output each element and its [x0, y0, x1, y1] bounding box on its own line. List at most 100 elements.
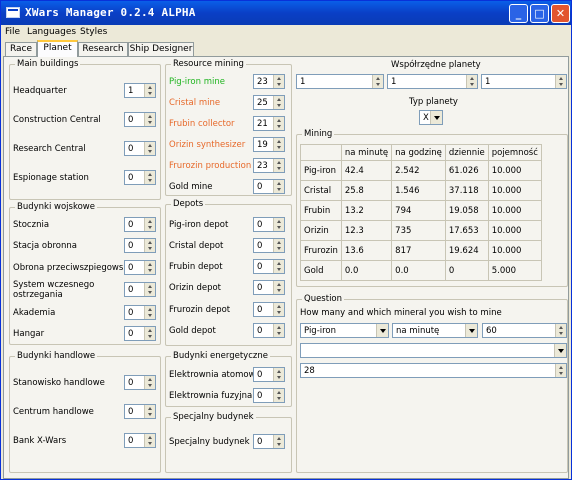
research-central-spinner[interactable]: 0: [124, 141, 156, 156]
orizin-synthesizer-label: Orizin synthesizer: [169, 140, 246, 150]
spinner-arrows-icon[interactable]: [144, 376, 155, 389]
spinner-arrows-icon[interactable]: [273, 368, 284, 381]
spinner-arrows-icon[interactable]: [555, 364, 566, 377]
spinner-arrows-icon[interactable]: [273, 75, 284, 88]
dropdown-arrow-icon[interactable]: [430, 111, 442, 124]
spinner-arrows-icon[interactable]: [273, 117, 284, 130]
headquarter-spinner[interactable]: 1: [124, 83, 156, 98]
spinner-arrows-icon[interactable]: [144, 283, 155, 296]
spinner-arrows-icon[interactable]: [273, 303, 284, 316]
spinner-arrows-icon[interactable]: [372, 75, 383, 88]
spinner-arrows-icon[interactable]: [273, 239, 284, 252]
spinner-arrows-icon[interactable]: [144, 434, 155, 447]
tab-research[interactable]: Research: [78, 42, 128, 57]
planet-type-select[interactable]: X: [419, 110, 443, 125]
coord-z-spinner[interactable]: 1: [481, 74, 567, 89]
title-bar[interactable]: XWars Manager 0.2.4 ALPHA _ □ ✕: [1, 1, 571, 25]
table-cell: 817: [391, 240, 446, 261]
gold-depot-spinner[interactable]: 0: [253, 323, 285, 338]
question-text: How many and which mineral you wish to m…: [300, 308, 502, 318]
spinner-arrows-icon[interactable]: [144, 327, 155, 340]
menu-languages[interactable]: Languages: [27, 27, 76, 37]
spinner-arrows-icon[interactable]: [144, 261, 155, 274]
specjalny-budynek-spinner[interactable]: 0: [253, 434, 285, 449]
spinner-arrows-icon[interactable]: [273, 218, 284, 231]
construction-central-spinner[interactable]: 0: [124, 112, 156, 127]
dropdown-arrow-icon[interactable]: [554, 344, 566, 357]
spinner-arrows-icon[interactable]: [144, 142, 155, 155]
menu-file[interactable]: File: [5, 27, 20, 37]
orizin-depot-spinner[interactable]: 0: [253, 280, 285, 295]
menu-styles[interactable]: Styles: [80, 27, 107, 37]
tab-planet[interactable]: Planet: [37, 40, 78, 57]
dropdown-arrow-icon[interactable]: [465, 324, 477, 337]
spinner-arrows-icon[interactable]: [144, 239, 155, 252]
minimize-button[interactable]: _: [509, 4, 528, 23]
group-label: Budynki energetyczne: [171, 351, 270, 361]
spinner-arrows-icon[interactable]: [273, 281, 284, 294]
elektrownia-atomowa-spinner[interactable]: 0: [253, 367, 285, 382]
stocznia-spinner[interactable]: 0: [124, 217, 156, 232]
spinner-arrows-icon[interactable]: [273, 389, 284, 402]
elektrownia-fuzyjna-spinner[interactable]: 0: [253, 388, 285, 403]
bank-spinner[interactable]: 0: [124, 433, 156, 448]
mineral-select[interactable]: Pig-iron: [300, 323, 389, 338]
cristal-mine-spinner[interactable]: 25: [253, 95, 285, 110]
frurozin-production-spinner[interactable]: 23: [253, 158, 285, 173]
table-cell: Pig-iron: [300, 160, 342, 181]
spinner-arrows-icon[interactable]: [273, 260, 284, 273]
main-buildings-group: Main buildings Headquarter 1 Constructio…: [9, 59, 161, 200]
coord-x-spinner[interactable]: 1: [296, 74, 384, 89]
unit-select[interactable]: na minutę: [392, 323, 478, 338]
spinner-arrows-icon[interactable]: [144, 113, 155, 126]
group-label: Mining: [302, 129, 335, 139]
result-combo[interactable]: [300, 343, 567, 358]
mining-table: na minutę na godzinę dziennie pojemność …: [300, 144, 542, 281]
spinner-arrows-icon[interactable]: [273, 180, 284, 193]
stanowisko-spinner[interactable]: 0: [124, 375, 156, 390]
spinner-arrows-icon[interactable]: [144, 218, 155, 231]
dropdown-arrow-icon[interactable]: [376, 324, 388, 337]
tab-ship-designer[interactable]: Ship Designer: [128, 42, 194, 57]
spinner-arrows-icon[interactable]: [273, 435, 284, 448]
table-row: Cristal 25.8 1.546 37.118 10.000: [300, 180, 542, 201]
close-button[interactable]: ✕: [551, 4, 570, 23]
table-cell: 17.653: [444, 220, 489, 241]
spinner-arrows-icon[interactable]: [144, 405, 155, 418]
table-cell: 5.000: [487, 260, 542, 281]
table-cell: 61.026: [444, 160, 489, 181]
centrum-spinner[interactable]: 0: [124, 404, 156, 419]
spinner-arrows-icon[interactable]: [273, 138, 284, 151]
frubin-depot-spinner[interactable]: 0: [253, 259, 285, 274]
hangar-spinner[interactable]: 0: [124, 326, 156, 341]
pig-iron-depot-spinner[interactable]: 0: [253, 217, 285, 232]
spinner-arrows-icon[interactable]: [144, 84, 155, 97]
amount-spinner[interactable]: 60: [482, 323, 567, 338]
spinner-arrows-icon[interactable]: [555, 75, 566, 88]
spinner-arrows-icon[interactable]: [555, 324, 566, 337]
espionage-station-spinner[interactable]: 0: [124, 170, 156, 185]
spinner-arrows-icon[interactable]: [144, 306, 155, 319]
result-spinner[interactable]: 28: [300, 363, 567, 378]
akademia-spinner[interactable]: 0: [124, 305, 156, 320]
spinner-arrows-icon[interactable]: [466, 75, 477, 88]
orizin-synthesizer-spinner[interactable]: 19: [253, 137, 285, 152]
pig-iron-mine-spinner[interactable]: 23: [253, 74, 285, 89]
spinner-arrows-icon[interactable]: [273, 159, 284, 172]
obrona-spinner[interactable]: 0: [124, 260, 156, 275]
coord-y-spinner[interactable]: 1: [387, 74, 478, 89]
trade-buildings-group: Budynki handlowe Stanowisko handlowe 0 C…: [9, 351, 161, 473]
system-spinner[interactable]: 0: [124, 282, 156, 297]
spinner-arrows-icon[interactable]: [144, 171, 155, 184]
maximize-button[interactable]: □: [530, 4, 549, 23]
stacja-obronna-spinner[interactable]: 0: [124, 238, 156, 253]
frubin-collector-spinner[interactable]: 21: [253, 116, 285, 131]
gold-mine-spinner[interactable]: 0: [253, 179, 285, 194]
spinner-arrows-icon[interactable]: [273, 324, 284, 337]
tab-race[interactable]: Race: [5, 42, 37, 57]
spinner-arrows-icon[interactable]: [273, 96, 284, 109]
table-row: Orizin 12.3 735 17.653 10.000: [300, 220, 542, 241]
stacja-obronna-label: Stacja obronna: [13, 241, 77, 251]
frurozin-depot-spinner[interactable]: 0: [253, 302, 285, 317]
cristal-depot-spinner[interactable]: 0: [253, 238, 285, 253]
